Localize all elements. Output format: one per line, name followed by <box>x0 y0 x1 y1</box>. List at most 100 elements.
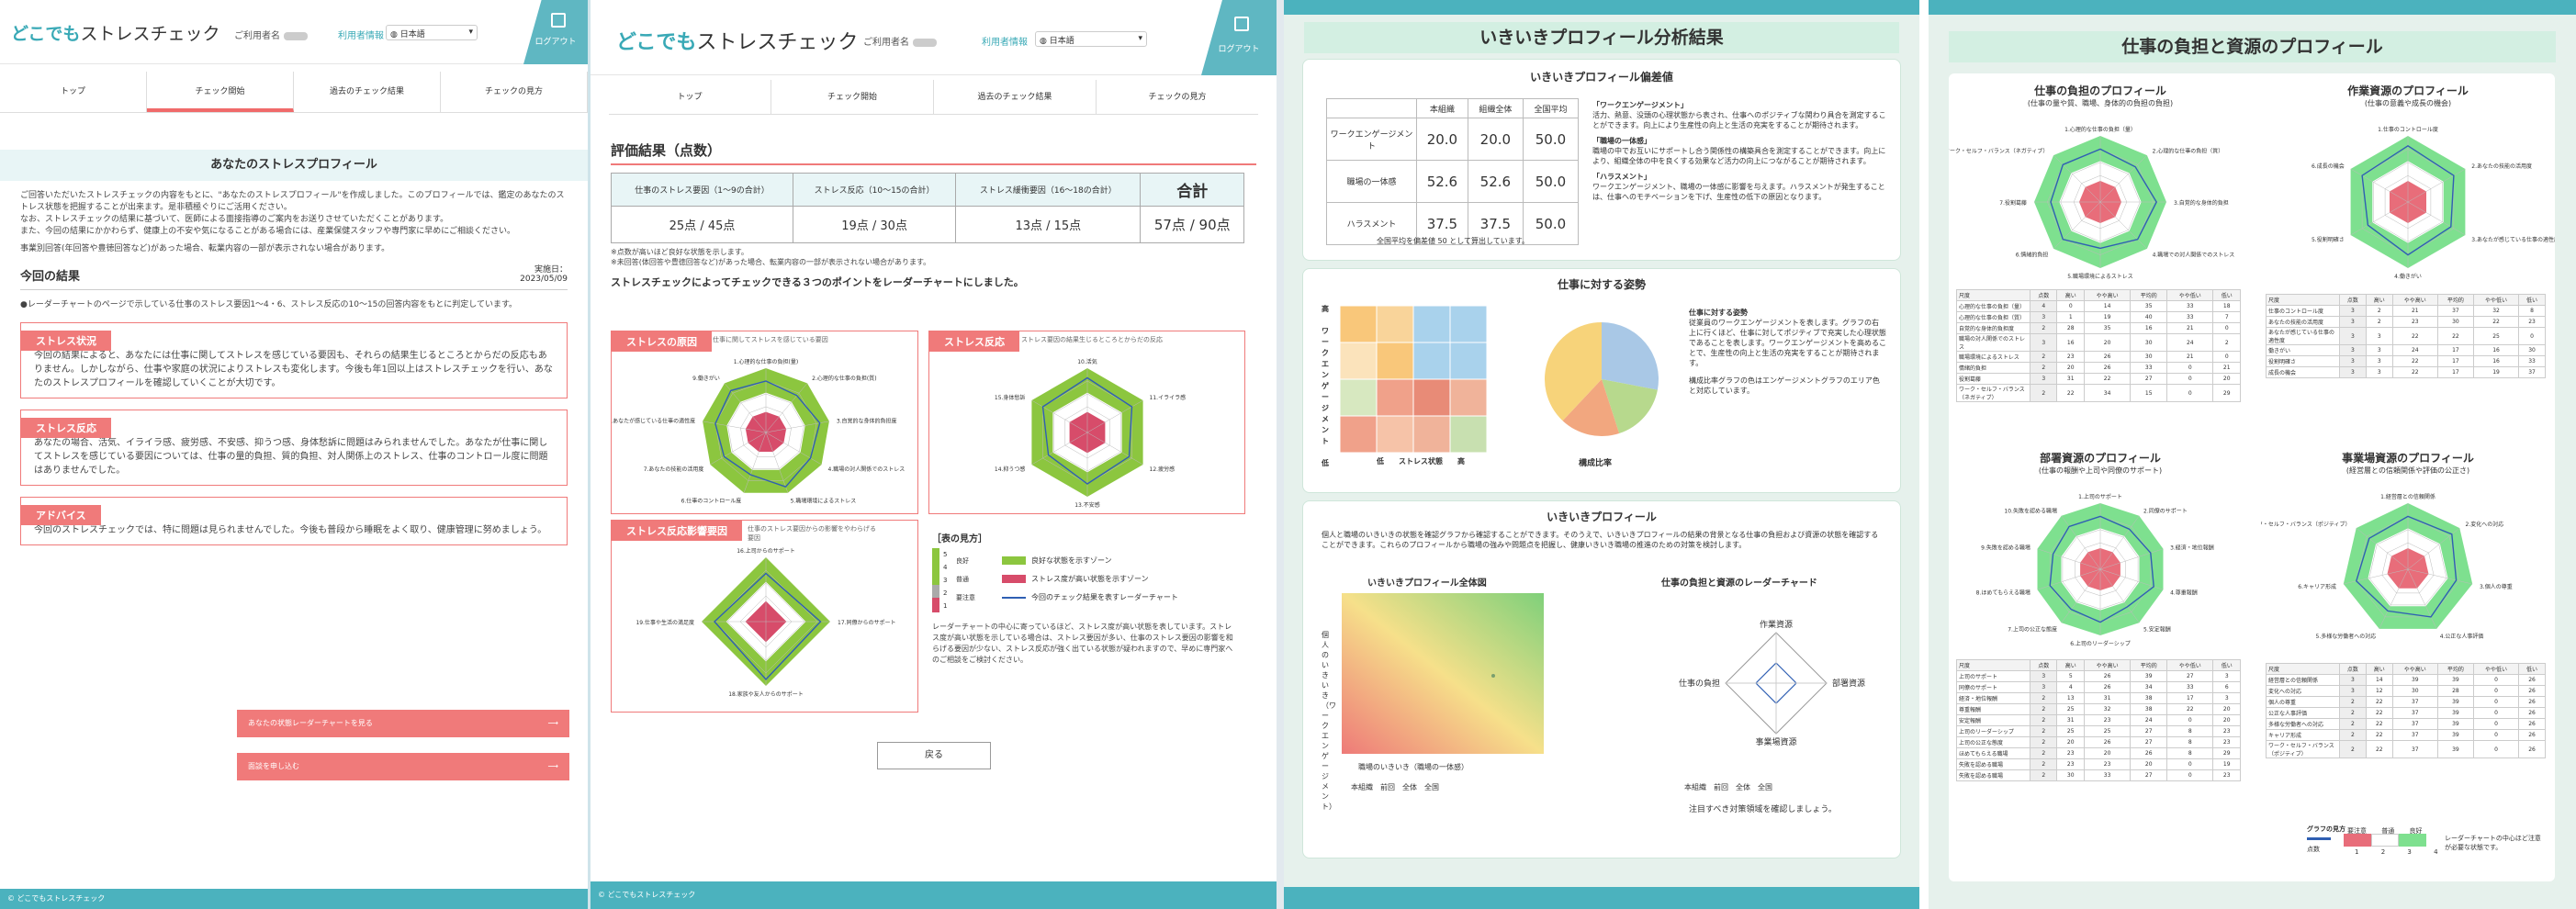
legend-good-swatch <box>2399 834 2426 847</box>
nav-past-results[interactable]: 過去のチェック結果 <box>294 72 441 112</box>
table-header-row: 尺度 点数 高い やや高い 平均的 やや低い 低い <box>1956 289 2241 301</box>
table-cell: 21 <box>2166 322 2214 334</box>
table-cell: 経営層との信頼関係 <box>2266 674 2340 686</box>
axis-label: 6.仕事のコントロール度 <box>681 497 742 504</box>
table-header-row: 尺度 点数 高い やや高い 平均的 やや低い 低い <box>2266 294 2546 306</box>
table-cell: 37 <box>2391 718 2438 730</box>
card-desc: ストレス要因の結果生じるところとからだの反応 <box>1021 336 1163 343</box>
legend-levels: 良好 普通 要注意 <box>956 557 975 601</box>
panel-divider <box>1277 0 1284 909</box>
nav-top[interactable]: トップ <box>609 80 771 114</box>
footer: © どこでもストレスチェック <box>591 881 1277 909</box>
view-radar-chart-button[interactable]: あなたの状態レーダーチャートを見る ⟶ <box>237 710 569 737</box>
grid-cell <box>1340 342 1378 380</box>
table-cell: 0 <box>2472 729 2520 741</box>
table-row: 役割明確さ 3 3 22 17 16 33 <box>2266 355 2546 367</box>
stress-cause-card: ストレスの原因 仕事に関してストレスを感じている要因 1.心理的な仕事の負担(量… <box>611 331 918 514</box>
table-cell: 37 <box>2518 366 2546 378</box>
nav-how-to[interactable]: チェックの見方 <box>441 72 588 112</box>
table-cell: 7 <box>2212 311 2241 323</box>
table-row: 変化への対応 3 12 30 28 0 26 <box>2266 685 2546 697</box>
table-cell: 26 <box>2518 674 2546 686</box>
table-cell: 3 <box>2029 681 2058 693</box>
language-select[interactable]: ◍ 日本語 ▾ <box>1035 31 1147 47</box>
deviation-descriptions: 「ワークエンゲージメント」 活力、熱意、没頭の心理状態から表され、仕事へのポジティ… <box>1592 100 1886 202</box>
nav-top[interactable]: トップ <box>0 72 147 112</box>
table-cell: 3 <box>2339 355 2367 367</box>
table-cell: 32 <box>2472 305 2520 317</box>
legend-nums: 1 2 3 4 <box>2355 848 2438 856</box>
table-cell: 26 <box>2518 729 2546 741</box>
grid-cell <box>1412 378 1451 417</box>
table-cell: 3 <box>2029 373 2058 385</box>
request-interview-button[interactable]: 面談を申し込む ⟶ <box>237 753 569 780</box>
app-logo[interactable]: どこでもストレスチェック <box>616 26 858 55</box>
stress-reaction-box: ストレス反応 あなたの場合、活気、イライラ感、疲労感、不安感、抑うつ感、身体愁訴に… <box>20 410 568 486</box>
language-select[interactable]: ◍ 日本語 ▾ <box>386 25 478 40</box>
axis-label: 6.上司のリーダーシップ <box>2070 640 2131 647</box>
table-cell: 20 <box>2056 362 2085 374</box>
table-cell: 0 <box>2056 300 2085 312</box>
table-header: 低い <box>2212 289 2241 301</box>
table-cell: 26 <box>2083 351 2132 363</box>
axis-label: 7.ワーク・セルフ・バランス（ポジティブ） <box>2261 521 2350 528</box>
axis-label: 17.同僚からのサポート <box>838 619 896 626</box>
grid-cell <box>1449 415 1487 453</box>
table-cell: 22 <box>2436 327 2474 345</box>
table-cell: 上司のサポート <box>1956 670 2030 682</box>
axis-label: 5.安定報酬 <box>2143 626 2171 634</box>
desc-text: 構成比率グラフの色はエンゲージメントグラフのエリア色と対応しています。 <box>1689 376 1880 395</box>
back-button[interactable]: 戻る <box>877 742 991 769</box>
table-cell: 40 <box>2130 311 2168 323</box>
legend-labels: 要注意 普通 良好 <box>2347 827 2423 835</box>
app-logo[interactable]: どこでもストレスチェック <box>11 20 219 45</box>
result-line-swatch <box>1002 596 1026 599</box>
table-cell: 2 <box>2029 714 2058 726</box>
nav-check-start[interactable]: チェック開始 <box>771 80 934 114</box>
table-cell: 2 <box>2029 703 2058 715</box>
table-cell: 20 <box>2212 703 2241 715</box>
table-cell: 経済・地位報酬 <box>1956 692 2030 704</box>
logout-button[interactable]: ログアウト <box>1201 0 1277 75</box>
box-text: あなたの場合、活気、イライラ感、疲労感、不安感、抑うつ感、身体愁訴に問題はみられ… <box>34 438 548 476</box>
table-cell: 39 <box>2436 740 2474 758</box>
user-name-label: ご利用者名 <box>234 28 308 41</box>
legend-caution-swatch <box>2344 834 2371 847</box>
user-info-link[interactable]: 利用者情報 <box>982 34 1028 48</box>
nav-how-to[interactable]: チェックの見方 <box>1097 80 1258 114</box>
table-cell: 26 <box>2518 740 2546 758</box>
table-cell: 2 <box>2029 362 2058 374</box>
table-cell: 19 <box>2212 758 2241 770</box>
table-cell: 0 <box>2166 769 2214 781</box>
table-row: 上司のサポート 3 5 26 39 27 3 <box>1956 670 2241 682</box>
table-cell: 25 <box>2056 703 2085 715</box>
table-cell: 多様な労働者への対応 <box>2266 718 2340 730</box>
table-cell: 20 <box>2056 736 2085 748</box>
chart-title: 仕事の負担と資源のレーダーチャード <box>1661 578 1817 589</box>
nav-check-start[interactable]: チェック開始 <box>147 72 294 112</box>
intro-para: また、今回の結果にかかわらず、健康上の不安や気になることがある場合には、産業保健… <box>20 227 516 236</box>
panel-divider <box>1919 0 1929 909</box>
table-cell: 0 <box>2472 707 2520 719</box>
logout-button[interactable]: ログアウト <box>523 0 588 64</box>
score-note: ※点数が高いほど良好な状態を示します。 <box>611 248 748 256</box>
desc-title: 仕事に対する姿勢 <box>1689 309 1748 317</box>
table-row: 経営層との信頼関係 3 14 39 39 0 26 <box>2266 674 2546 686</box>
card-title: 仕事に対する姿勢 <box>1557 278 1646 291</box>
legend-zone-good <box>932 548 939 585</box>
desc-text: 活力、熱意、没頭の心理状態から表され、仕事へのポジティブな関わり具合を測定するこ… <box>1592 111 1886 129</box>
table-cell: 37 <box>2436 305 2474 317</box>
table-cell: 14 <box>2365 674 2393 686</box>
box-label: ストレス反応 <box>21 418 111 438</box>
table-cell: 39 <box>2436 674 2474 686</box>
table-cell: 8 <box>2166 747 2214 759</box>
table-cell: 4 <box>2029 300 2058 312</box>
axis-label: 5.職場環境によるストレス <box>2067 273 2133 280</box>
table-cell: 24 <box>2391 344 2438 356</box>
profile-subtitle: (経営層との信頼関係や評価の公正さ) <box>2345 466 2470 475</box>
user-info-link[interactable]: 利用者情報 <box>338 28 384 41</box>
nav-past-results[interactable]: 過去のチェック結果 <box>934 80 1097 114</box>
table-header: 平均的 <box>2130 289 2168 301</box>
table-cell: 37 <box>2391 696 2438 708</box>
table-cell: 26 <box>2518 685 2546 697</box>
